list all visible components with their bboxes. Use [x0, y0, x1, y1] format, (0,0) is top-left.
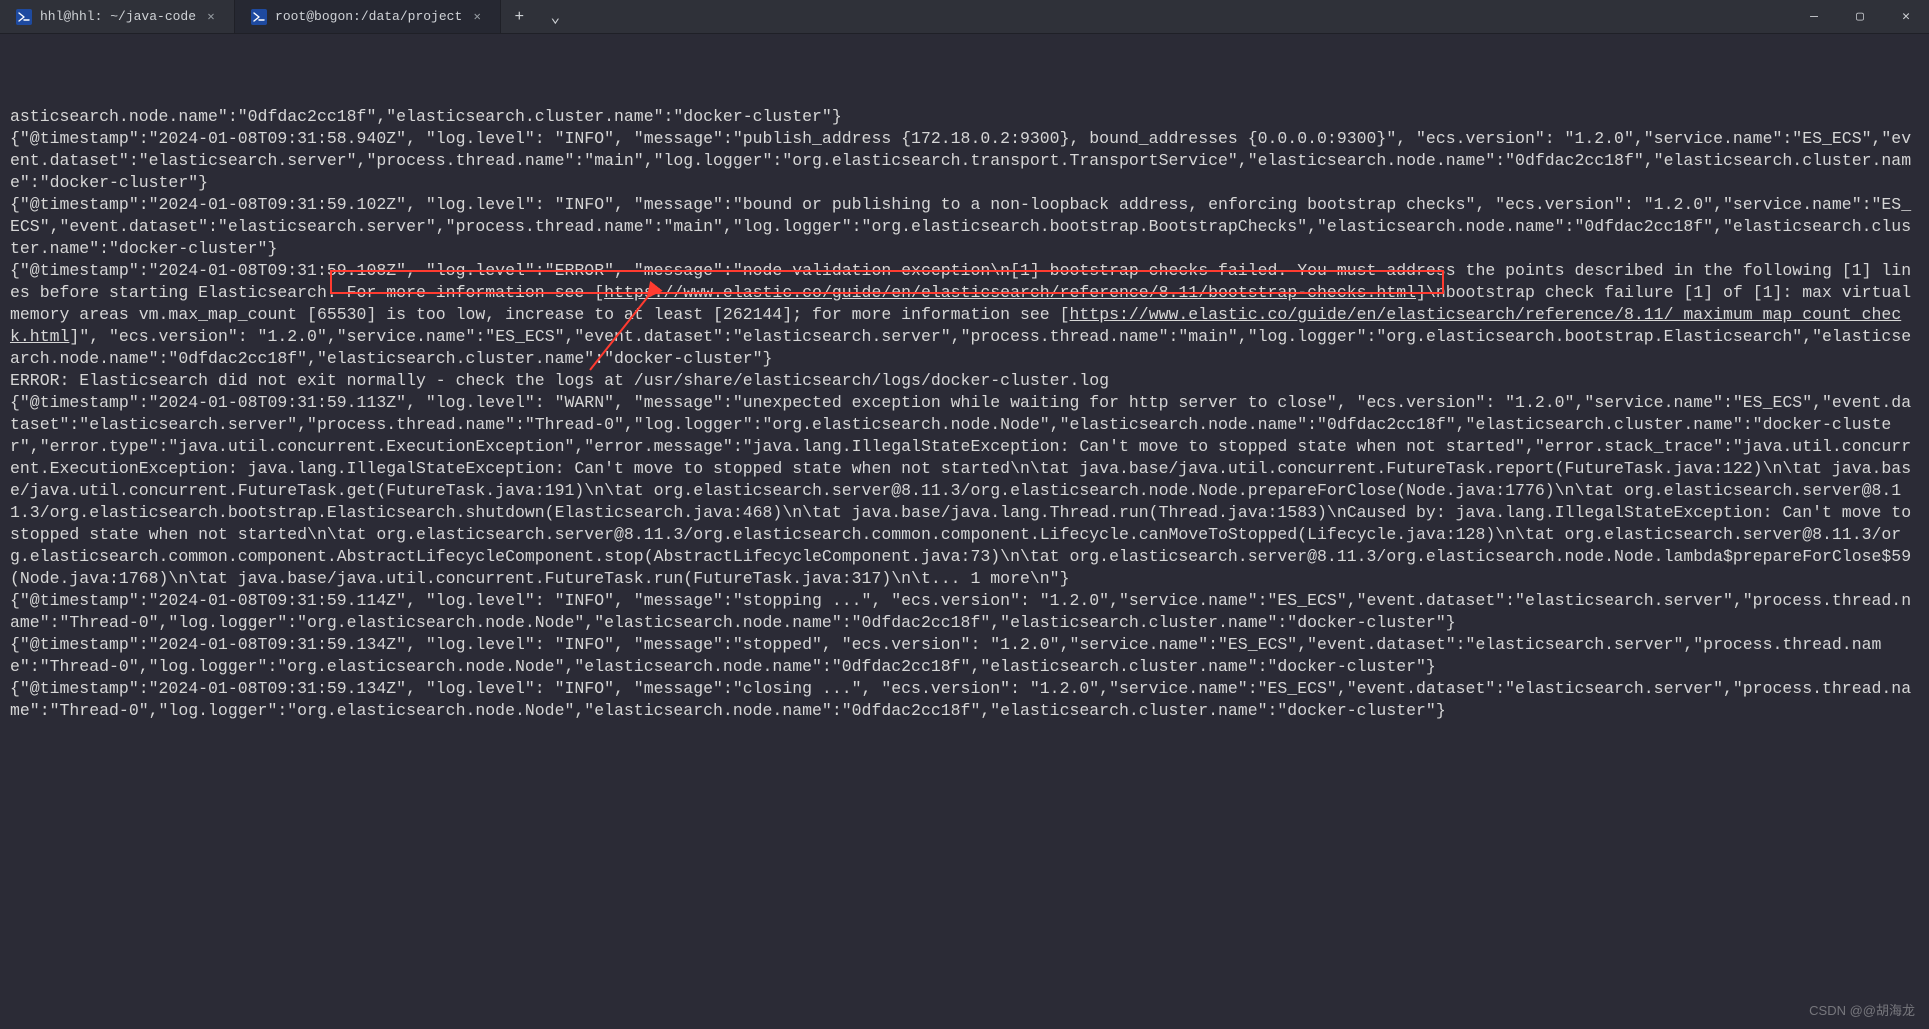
terminal-text: {"@timestamp":"2024-01-08T09:31:59.134Z"… [10, 635, 1881, 676]
tab-dropdown-button[interactable]: ⌄ [537, 0, 573, 33]
terminal-text: ERROR: Elasticsearch did not exit normal… [10, 371, 1109, 390]
tab-2-label: root@bogon:/data/project [275, 9, 462, 24]
window-titlebar: hhl@hhl: ~/java-code ✕ root@bogon:/data/… [0, 0, 1929, 34]
tab-2[interactable]: root@bogon:/data/project ✕ [235, 0, 501, 33]
terminal-text: {"@timestamp":"2024-01-08T09:31:59.113Z"… [10, 393, 1921, 588]
terminal-link[interactable]: https://www.elastic.co/guide/en/elastics… [604, 283, 1416, 302]
minimize-button[interactable]: — [1791, 0, 1837, 33]
terminal-text: {"@timestamp":"2024-01-08T09:31:58.940Z"… [10, 129, 1911, 192]
tab-1[interactable]: hhl@hhl: ~/java-code ✕ [0, 0, 235, 33]
powershell-icon [251, 9, 267, 25]
maximize-button[interactable]: ▢ [1837, 0, 1883, 33]
terminal-text: ]", "ecs.version": "1.2.0","service.name… [10, 327, 1911, 368]
terminal-output[interactable]: asticsearch.node.name":"0dfdac2cc18f","e… [0, 34, 1929, 1029]
terminal-text: asticsearch.node.name":"0dfdac2cc18f","e… [10, 107, 842, 126]
tab-1-close-icon[interactable]: ✕ [204, 10, 218, 24]
terminal-text: {"@timestamp":"2024-01-08T09:31:59.114Z"… [10, 591, 1911, 632]
new-tab-button[interactable]: + [501, 0, 537, 33]
titlebar-drag-region[interactable] [573, 0, 1791, 33]
watermark-text: CSDN @@胡海龙 [1809, 1000, 1915, 1019]
tab-1-label: hhl@hhl: ~/java-code [40, 9, 196, 24]
tab-strip: hhl@hhl: ~/java-code ✕ root@bogon:/data/… [0, 0, 501, 33]
tab-2-close-icon[interactable]: ✕ [470, 10, 484, 24]
terminal-text: {"@timestamp":"2024-01-08T09:31:59.102Z"… [10, 195, 1911, 258]
terminal-text: {"@timestamp":"2024-01-08T09:31:59.134Z"… [10, 679, 1911, 720]
powershell-icon [16, 9, 32, 25]
close-window-button[interactable]: ✕ [1883, 0, 1929, 33]
window-controls: — ▢ ✕ [1791, 0, 1929, 33]
